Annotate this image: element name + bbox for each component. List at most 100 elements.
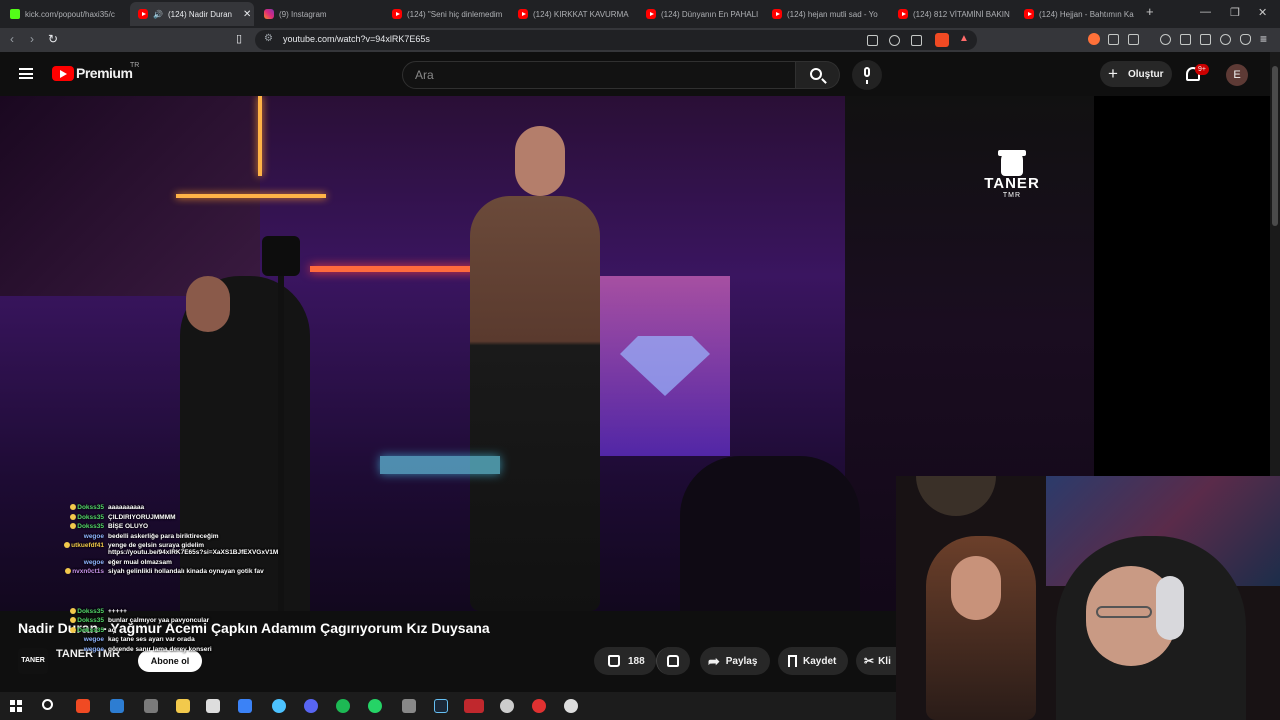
bookmark-icon[interactable]: ▯ (236, 32, 242, 45)
brave-shield-icon[interactable] (935, 33, 949, 47)
leo-icon[interactable] (1220, 34, 1231, 45)
app-icon[interactable] (144, 699, 158, 713)
like-button[interactable]: 188 (594, 647, 656, 675)
create-button[interactable]: + Oluştur (1100, 61, 1172, 87)
cast-icon[interactable] (867, 35, 878, 46)
search-input[interactable] (415, 68, 775, 82)
chat-text: +++++ (108, 607, 127, 615)
app-icon[interactable] (238, 699, 252, 713)
chat-username: Dokss35 (77, 513, 104, 521)
menu-icon[interactable]: ≡ (1260, 32, 1267, 46)
tab-kick[interactable]: kick.com/popout/haxi35/c (2, 2, 126, 26)
channel-watermark: TANER TMR (980, 150, 1044, 199)
close-window-icon[interactable]: ✕ (1258, 6, 1267, 19)
badge-icon (70, 504, 77, 511)
voice-search-button[interactable] (852, 60, 882, 90)
chat-text: aç (108, 626, 116, 634)
hamburger-menu-icon[interactable] (19, 68, 33, 79)
app-icon[interactable] (564, 699, 578, 713)
chat-text: kaç tane ses ayarı var orada (108, 636, 195, 643)
youtube-icon (138, 9, 148, 19)
app-icon[interactable] (464, 699, 484, 713)
windows-taskbar (0, 692, 896, 720)
clip-button[interactable]: ✂ Kli (856, 647, 896, 675)
rewards-icon[interactable]: ▲ (959, 33, 969, 44)
youtube-icon (392, 9, 402, 19)
chat-text: ÇILDIRIYORUJMMMM (108, 513, 176, 521)
tab-label: (124) Dünyanın En PAHALI (661, 9, 759, 19)
whatsapp-icon[interactable] (368, 699, 382, 713)
channel-avatar[interactable]: TANER (18, 648, 48, 674)
tab-youtube[interactable]: (124) "Seni hiç dinlemedim (384, 2, 508, 26)
tab-youtube[interactable]: (124) 812 VİTAMİNİ BAKIN (890, 2, 1014, 26)
steam-icon[interactable] (434, 699, 448, 713)
discord-icon[interactable] (304, 699, 318, 713)
search-button[interactable] (796, 61, 840, 89)
youtube-logo-icon[interactable] (52, 66, 74, 81)
chat-username: Dokss35 (77, 504, 104, 511)
search-box[interactable] (402, 61, 796, 89)
avatar[interactable]: E (1226, 64, 1248, 86)
thumbs-up-icon (608, 655, 620, 667)
tab-label: (124) Hejjan - Bahtımın Ka (1039, 9, 1134, 19)
music-icon[interactable] (1160, 34, 1171, 45)
app-icon[interactable] (206, 699, 220, 713)
tab-youtube[interactable]: (124) Dünyanın En PAHALI (638, 2, 762, 26)
spotify-icon[interactable] (336, 699, 350, 713)
tab-instagram[interactable]: (9) Instagram (256, 2, 380, 26)
neon-light (258, 96, 262, 176)
minimize-icon[interactable]: — (1200, 6, 1211, 18)
extension-icon[interactable] (1088, 33, 1100, 45)
app-icon[interactable] (272, 699, 286, 713)
youtube-premium-brand[interactable]: Premium (76, 65, 133, 81)
app-icon[interactable] (402, 699, 416, 713)
tab-youtube[interactable]: (124) Hejjan - Bahtımın Ka (1016, 2, 1140, 26)
chat-message: Dokss35 BİŞE OLUYO (48, 523, 288, 530)
brave-icon[interactable] (76, 699, 90, 713)
back-icon[interactable]: ‹ (10, 32, 14, 46)
like-count: 188 (628, 655, 645, 667)
dancer-face (515, 126, 565, 196)
kick-icon (10, 9, 20, 19)
chat-message: Dokss35 ÇILDIRIYORUJMMMM (48, 514, 288, 521)
region-code: TR (130, 62, 140, 69)
search-icon[interactable] (42, 699, 53, 710)
zoom-icon[interactable] (889, 35, 900, 46)
reload-icon[interactable]: ↻ (48, 32, 58, 46)
app-icon[interactable] (110, 699, 124, 713)
address-bar[interactable]: ⚙ youtube.com/watch?v=94xlRK7E65s ▲ (255, 30, 977, 50)
chat-message: Dokss35 bunlar çalmıyor yaa pavyoncular (48, 617, 288, 624)
tab-youtube-active[interactable]: 🔊 (124) Nadir Duran ✕ (130, 2, 254, 26)
close-icon[interactable]: ✕ (243, 9, 251, 20)
chat-username: wegoe (83, 558, 104, 566)
search-icon (810, 68, 822, 80)
tab-youtube[interactable]: (124) hejan mutli sad - Yo (764, 2, 888, 26)
sidebar-icon[interactable] (1180, 34, 1191, 45)
video-letterbox (1094, 96, 1270, 476)
app-icon[interactable] (500, 699, 514, 713)
share-button[interactable]: ➦ Paylaş (700, 647, 770, 675)
share-icon[interactable] (911, 35, 922, 46)
site-info-icon[interactable]: ⚙ (264, 33, 273, 44)
save-button[interactable]: Kaydet (778, 647, 848, 675)
speaker-icon[interactable]: 🔊 (153, 10, 163, 19)
app-icon[interactable] (532, 699, 546, 713)
windows-start-icon[interactable] (10, 700, 22, 712)
tab-youtube[interactable]: (124) KIRKKAT KAVURMA (510, 2, 634, 26)
wallet-icon[interactable] (1200, 34, 1211, 45)
new-tab-button[interactable]: + (1146, 4, 1154, 19)
create-label: Oluştur (1128, 68, 1164, 80)
tab-label: (124) 812 VİTAMİNİ BAKIN (913, 9, 1010, 19)
restore-icon[interactable]: ❐ (1230, 6, 1240, 19)
extensions-icon[interactable] (1108, 34, 1119, 45)
dislike-button[interactable] (656, 647, 690, 675)
audience-silhouette (680, 456, 860, 611)
screenshot-icon[interactable] (1128, 34, 1139, 45)
forward-icon[interactable]: › (30, 32, 34, 46)
vpn-icon[interactable] (1240, 34, 1251, 45)
file-explorer-icon[interactable] (176, 699, 190, 713)
chat-username: wegoe (83, 645, 104, 653)
chat-message: utkuefdf41 yenge de gelsin suraya gidelim… (48, 542, 288, 556)
scrollbar-thumb[interactable] (1272, 66, 1278, 226)
person-face (186, 276, 230, 332)
